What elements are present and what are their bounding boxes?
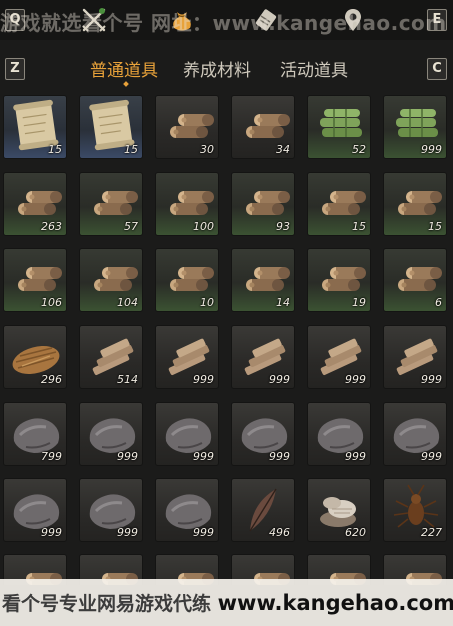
inventory-slot[interactable]: 296 xyxy=(3,325,67,389)
inventory-slot[interactable]: 227 xyxy=(383,478,447,542)
inventory-slot[interactable]: 999 xyxy=(3,478,67,542)
key-hint-q[interactable]: Q xyxy=(5,9,25,31)
inventory-slot[interactable]: 15 xyxy=(79,95,143,159)
item-quantity: 799 xyxy=(41,450,62,463)
inventory-slot[interactable]: 999 xyxy=(383,95,447,159)
item-quantity: 100 xyxy=(193,220,214,233)
tab-common-items[interactable]: 普通道具 xyxy=(90,56,158,81)
watermark-banner: 看个号专业网易游戏代练 www.kangehao.com xyxy=(0,579,453,626)
inventory-slot[interactable]: 15 xyxy=(3,95,67,159)
key-hint-e[interactable]: E xyxy=(427,9,447,31)
item-quantity: 227 xyxy=(421,526,442,539)
item-quantity: 296 xyxy=(41,373,62,386)
inventory-slot[interactable]: 514 xyxy=(79,325,143,389)
item-quantity: 10 xyxy=(200,296,214,309)
inventory-slot[interactable]: 999 xyxy=(383,402,447,466)
item-quantity: 999 xyxy=(193,526,214,539)
inventory-slot[interactable]: 999 xyxy=(79,478,143,542)
inventory-slot[interactable]: 620 xyxy=(307,478,371,542)
inventory-slot[interactable]: 57 xyxy=(79,172,143,236)
item-quantity: 93 xyxy=(276,220,290,233)
item-quantity: 15 xyxy=(352,220,366,233)
item-quantity: 15 xyxy=(124,143,138,156)
item-quantity: 999 xyxy=(421,450,442,463)
item-quantity: 999 xyxy=(421,143,442,156)
inventory-slot[interactable]: 34 xyxy=(231,95,295,159)
watermark-text: 游戏就选看个号 网址：www.kangehao.com xyxy=(0,11,447,35)
inventory-slot[interactable]: 15 xyxy=(383,172,447,236)
pouch-icon[interactable] xyxy=(168,6,196,34)
item-quantity: 620 xyxy=(345,526,366,539)
item-quantity: 999 xyxy=(345,450,366,463)
inventory-slot[interactable]: 104 xyxy=(79,248,143,312)
map-pin-icon[interactable] xyxy=(339,6,367,34)
inventory-slot[interactable]: 52 xyxy=(307,95,371,159)
item-quantity: 999 xyxy=(193,450,214,463)
item-quantity: 999 xyxy=(193,373,214,386)
item-quantity: 30 xyxy=(200,143,214,156)
scroll-icon[interactable] xyxy=(253,6,281,34)
inventory-grid: 15 15 30 34 52 999 263 57 100 93 15 15 106 104 10 14 19 6… xyxy=(0,95,453,585)
inventory-slot[interactable]: 30 xyxy=(155,95,219,159)
item-quantity: 19 xyxy=(352,296,366,309)
watermark-prefix: 看个号专业网易游戏代练 xyxy=(2,593,212,615)
item-quantity: 57 xyxy=(124,220,138,233)
inventory-slot[interactable]: 999 xyxy=(155,325,219,389)
tab-event-items[interactable]: 活动道具 xyxy=(280,56,348,81)
key-hint-c[interactable]: C xyxy=(427,58,447,80)
inventory-slot[interactable]: 799 xyxy=(3,402,67,466)
watermark-banner-text: 看个号专业网易游戏代练 www.kangehao.com xyxy=(2,589,453,616)
inventory-slot[interactable]: 263 xyxy=(3,172,67,236)
inventory-slot[interactable]: 106 xyxy=(3,248,67,312)
inventory-slot[interactable]: 93 xyxy=(231,172,295,236)
item-quantity: 263 xyxy=(41,220,62,233)
item-quantity: 6 xyxy=(435,296,442,309)
inventory-slot[interactable]: 999 xyxy=(155,402,219,466)
inventory-slot[interactable]: 14 xyxy=(231,248,295,312)
inventory-slot[interactable]: 999 xyxy=(307,402,371,466)
category-tabs: Z 普通道具 养成材料 活动道具 C xyxy=(0,52,453,92)
item-quantity: 14 xyxy=(276,296,290,309)
inventory-slot[interactable]: 19 xyxy=(307,248,371,312)
item-quantity: 999 xyxy=(269,450,290,463)
inventory-slot[interactable]: 999 xyxy=(79,402,143,466)
item-quantity: 999 xyxy=(41,526,62,539)
inventory-slot[interactable]: 999 xyxy=(231,402,295,466)
item-quantity: 104 xyxy=(117,296,138,309)
crossed-swords-icon[interactable] xyxy=(80,6,108,34)
item-quantity: 999 xyxy=(421,373,442,386)
key-hint-z[interactable]: Z xyxy=(5,58,25,80)
inventory-slot[interactable]: 100 xyxy=(155,172,219,236)
top-bar: Q E 游戏就选看个号 网址：www.kangehao.com xyxy=(0,0,453,40)
inventory-slot[interactable]: 6 xyxy=(383,248,447,312)
inventory-slot[interactable]: 10 xyxy=(155,248,219,312)
item-quantity: 999 xyxy=(117,526,138,539)
tab-growth-materials[interactable]: 养成材料 xyxy=(183,56,251,81)
item-quantity: 34 xyxy=(276,143,290,156)
item-quantity: 15 xyxy=(48,143,62,156)
active-tab-indicator xyxy=(123,81,129,87)
item-quantity: 106 xyxy=(41,296,62,309)
item-quantity: 496 xyxy=(269,526,290,539)
inventory-slot[interactable]: 999 xyxy=(231,325,295,389)
inventory-slot[interactable]: 999 xyxy=(307,325,371,389)
watermark-url: www.kangehao.com xyxy=(217,591,453,615)
item-quantity: 999 xyxy=(269,373,290,386)
item-quantity: 514 xyxy=(117,373,138,386)
item-quantity: 15 xyxy=(428,220,442,233)
item-quantity: 52 xyxy=(352,143,366,156)
inventory-slot[interactable]: 999 xyxy=(155,478,219,542)
item-quantity: 999 xyxy=(345,373,366,386)
item-quantity: 999 xyxy=(117,450,138,463)
inventory-slot[interactable]: 15 xyxy=(307,172,371,236)
inventory-slot[interactable]: 496 xyxy=(231,478,295,542)
inventory-slot[interactable]: 999 xyxy=(383,325,447,389)
